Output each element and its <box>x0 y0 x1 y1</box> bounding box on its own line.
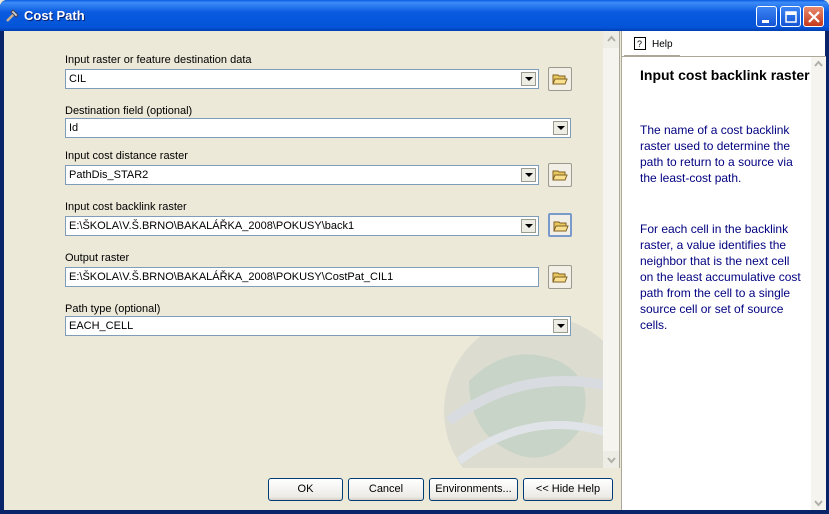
destination-field-value: Id <box>69 122 79 134</box>
scroll-up-button[interactable] <box>603 31 619 48</box>
cost-distance-dropdown-button[interactable] <box>521 168 536 182</box>
backlink-combo[interactable]: E:\ŠKOLA\V.Š.BRNO\BAKALÁŘKA_2008\POKUSY\… <box>65 216 539 236</box>
help-pane: ? Help Input cost backlink raster The na… <box>621 31 826 510</box>
output-label: Output raster <box>65 252 130 264</box>
open-folder-icon <box>553 221 569 232</box>
cost-distance-combo[interactable]: PathDis_STAR2 <box>65 165 539 185</box>
ok-button[interactable]: OK <box>268 478 343 501</box>
maximize-button[interactable] <box>780 6 801 27</box>
cancel-button[interactable]: Cancel <box>348 478 424 501</box>
help-paragraph-2: For each cell in the backlink raster, a … <box>640 222 801 332</box>
open-folder-icon <box>552 74 568 85</box>
destination-field-combo[interactable]: Id <box>65 118 571 138</box>
hammer-icon <box>6 9 19 22</box>
backlink-value: E:\ŠKOLA\V.Š.BRNO\BAKALÁŘKA_2008\POKUSY\… <box>69 220 355 232</box>
chevron-down-icon <box>525 77 533 81</box>
input-raster-dropdown-button[interactable] <box>521 72 536 86</box>
maximize-icon <box>785 11 797 23</box>
help-divider <box>622 56 826 57</box>
chevron-down-icon <box>557 126 565 130</box>
input-raster-browse-button[interactable] <box>548 67 572 91</box>
cost-path-window: Cost Path Input raster or feature destin… <box>0 0 829 514</box>
path-type-value: EACH_CELL <box>69 320 134 332</box>
help-tab-label: Help <box>652 39 673 50</box>
output-raster-value: E:\ŠKOLA\V.Š.BRNO\BAKALÁŘKA_2008\POKUSY\… <box>69 271 394 283</box>
chevron-up-icon <box>814 60 823 67</box>
output-raster-input[interactable]: E:\ŠKOLA\V.Š.BRNO\BAKALÁŘKA_2008\POKUSY\… <box>65 267 539 287</box>
minimize-icon <box>762 20 769 23</box>
input-raster-value: CIL <box>69 73 87 85</box>
title-bar[interactable]: Cost Path <box>0 0 829 31</box>
open-folder-icon <box>552 170 568 181</box>
help-title: Input cost backlink raster <box>640 67 810 83</box>
output-browse-button[interactable] <box>548 265 572 289</box>
backlink-label: Input cost backlink raster <box>65 201 187 213</box>
input-raster-combo[interactable]: CIL <box>65 69 539 89</box>
hide-help-button[interactable]: << Hide Help <box>523 478 613 501</box>
chevron-down-icon <box>557 324 565 328</box>
destination-field-label: Destination field (optional) <box>65 105 193 117</box>
scroll-down-button[interactable] <box>603 451 619 468</box>
backlink-dropdown-button[interactable] <box>521 219 536 233</box>
path-type-combo[interactable]: EACH_CELL <box>65 316 571 336</box>
path-type-label: Path type (optional) <box>65 303 161 315</box>
button-bar: OK Cancel Environments... << Hide Help <box>4 468 620 510</box>
input-raster-label: Input raster or feature destination data <box>65 54 252 66</box>
cost-distance-value: PathDis_STAR2 <box>69 169 149 181</box>
environments-button[interactable]: Environments... <box>429 478 518 501</box>
path-type-dropdown-button[interactable] <box>553 319 568 333</box>
help-tab[interactable]: ? Help <box>624 31 680 56</box>
chevron-down-icon <box>525 173 533 177</box>
backlink-browse-button[interactable] <box>548 213 572 237</box>
chevron-down-icon <box>525 224 533 228</box>
dialog-client: Input raster or feature destination data… <box>4 31 826 510</box>
open-folder-icon <box>552 272 568 283</box>
destination-field-dropdown-button[interactable] <box>553 121 568 135</box>
cost-distance-label: Input cost distance raster <box>65 150 188 162</box>
close-icon <box>808 11 820 23</box>
window-title: Cost Path <box>24 8 85 23</box>
help-paragraph-1: The name of a cost backlink raster used … <box>640 123 793 185</box>
svg-text:?: ? <box>637 39 642 49</box>
chevron-up-icon <box>607 35 616 42</box>
cost-distance-browse-button[interactable] <box>548 163 572 187</box>
parameters-scrollbar[interactable] <box>603 31 619 468</box>
chevron-down-icon <box>814 500 823 507</box>
help-scrollbar[interactable] <box>811 57 826 510</box>
chevron-down-icon <box>607 457 616 464</box>
help-document-icon: ? <box>634 37 646 50</box>
minimize-button[interactable] <box>756 6 777 27</box>
parameters-pane: Input raster or feature destination data… <box>4 31 620 468</box>
close-button[interactable] <box>803 6 824 27</box>
